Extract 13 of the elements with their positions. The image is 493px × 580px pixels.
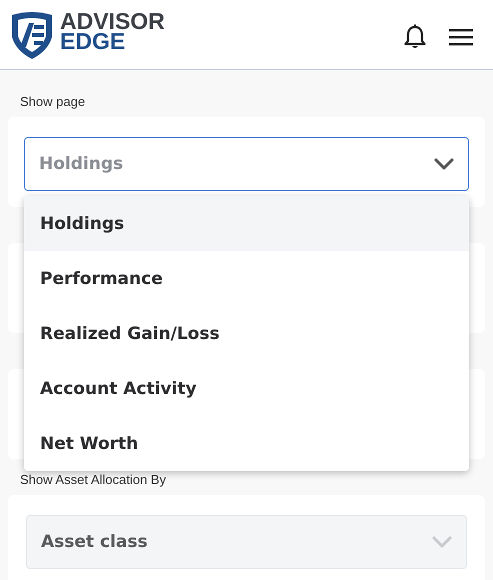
logo-text: EDGE xyxy=(60,30,126,50)
logo-text: ADVISOR xyxy=(60,10,165,30)
bell-icon[interactable] xyxy=(403,24,427,50)
menu-option[interactable]: Performance xyxy=(24,251,469,306)
chevron-down-icon xyxy=(434,158,454,170)
menu-icon[interactable] xyxy=(449,28,473,46)
field-label: Show page xyxy=(20,93,86,111)
menu-option[interactable]: Net Worth xyxy=(24,416,469,471)
field-label: Show Asset Allocation By xyxy=(20,471,167,489)
chevron-down-icon xyxy=(432,536,452,548)
menu-option[interactable]: Realized Gain/Loss xyxy=(24,306,469,361)
menu-option[interactable]: Holdings xyxy=(24,196,469,251)
menu-option[interactable]: Account Activity xyxy=(24,361,469,416)
